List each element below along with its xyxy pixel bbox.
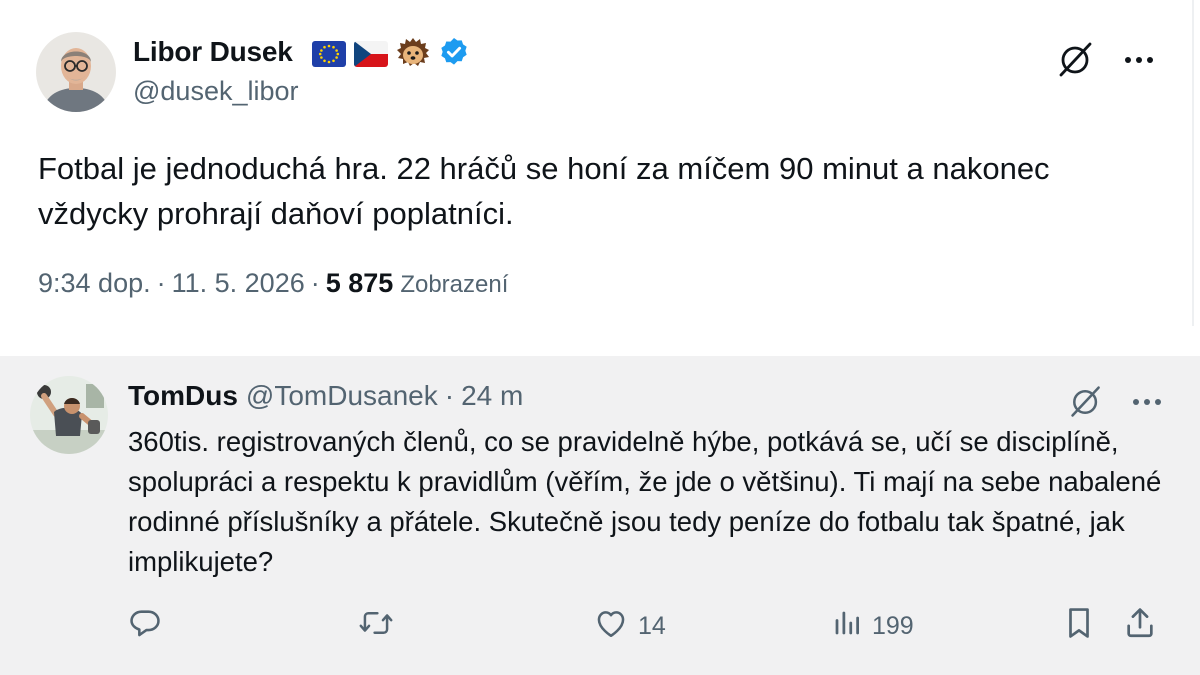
bookmark-icon xyxy=(1064,606,1094,647)
tweet-text: Fotbal je jednoduchá hra. 22 hráčů se ho… xyxy=(38,151,1050,231)
reply-author-handle[interactable]: @TomDusanek xyxy=(246,380,438,412)
grok-icon[interactable] xyxy=(1068,384,1104,420)
tweet-top-actions xyxy=(1056,40,1154,80)
tweet-date[interactable]: 11. 5. 2026 xyxy=(172,268,305,299)
tweet-meta: 9:34 dop. · 11. 5. 2026 · 5 875 Zobrazen… xyxy=(38,268,508,299)
author-name[interactable]: Libor Dusek xyxy=(133,36,293,68)
reply-button[interactable] xyxy=(128,606,162,646)
main-tweet: Libor Dusek @dusek_libor Fotbal je jedno… xyxy=(0,0,1194,326)
like-icon xyxy=(594,607,628,646)
reply-avatar[interactable] xyxy=(30,376,108,454)
share-icon xyxy=(1124,606,1156,647)
repost-icon xyxy=(358,606,394,647)
author-handle[interactable]: @dusek_libor xyxy=(133,76,299,107)
meta-separator: · xyxy=(156,268,166,298)
reply-author-name[interactable]: TomDus xyxy=(128,380,238,412)
views-count: 199 xyxy=(872,611,914,640)
like-count: 14 xyxy=(638,611,666,640)
reply-tweet[interactable]: TomDus @TomDusanek · 24 m 360tis. regist… xyxy=(0,356,1200,675)
like-button[interactable]: 14 xyxy=(594,606,666,646)
reply-time[interactable]: 24 m xyxy=(461,380,523,412)
reply-separator: · xyxy=(444,380,455,411)
tweet-views-label: Zobrazení xyxy=(400,271,509,298)
tweet-screenshot: Libor Dusek @dusek_libor Fotbal je jedno… xyxy=(0,0,1200,675)
author-badges xyxy=(312,36,470,73)
tweet-views-count: 5 875 xyxy=(325,268,394,298)
verified-badge-icon[interactable] xyxy=(438,36,470,73)
share-button[interactable] xyxy=(1124,606,1156,646)
reply-icon xyxy=(128,606,162,647)
author-avatar[interactable] xyxy=(36,32,116,112)
bookmark-button[interactable] xyxy=(1064,606,1094,646)
reply-action-bar: 14 199 xyxy=(128,606,1168,646)
views-button[interactable]: 199 xyxy=(832,606,914,646)
reply-header: TomDus @TomDusanek · 24 m xyxy=(128,380,523,412)
tweet-time[interactable]: 9:34 dop. xyxy=(38,268,151,299)
reply-top-actions xyxy=(1068,384,1162,420)
more-icon[interactable] xyxy=(1124,55,1154,65)
more-icon[interactable] xyxy=(1132,397,1162,407)
repost-button[interactable] xyxy=(358,606,394,646)
meta-separator: · xyxy=(310,268,320,298)
czech-flag-icon xyxy=(354,41,388,67)
grok-icon[interactable] xyxy=(1056,40,1096,80)
reply-text: 360tis. registrovaných členů, co se prav… xyxy=(128,426,1162,577)
eu-flag-icon xyxy=(312,41,346,67)
views-icon xyxy=(832,608,862,645)
hedgehog-emoji-icon xyxy=(396,36,430,73)
